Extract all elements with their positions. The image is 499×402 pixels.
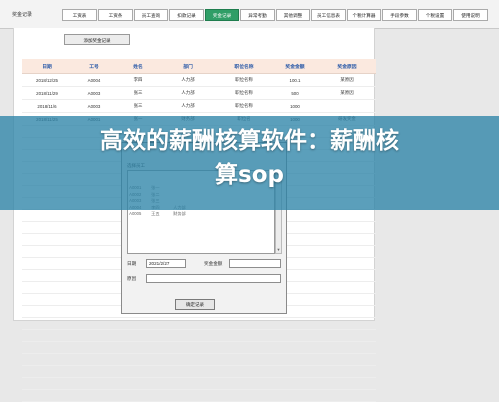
tab-abnormal-attendance[interactable]: 异常考勤 <box>240 9 275 21</box>
cell-position[interactable]: 职位名称 <box>216 86 272 100</box>
cell-bonus-amount[interactable]: 1000 <box>272 99 318 113</box>
cell-name[interactable]: 张三 <box>116 99 160 113</box>
bonus-amount-label: 奖金金额 <box>204 261 223 266</box>
cell-date[interactable]: 2018/11/6 <box>22 99 72 113</box>
header-name: 姓名 <box>116 59 160 74</box>
date-label: 日期 <box>127 261 137 266</box>
tab-tax-calculator[interactable]: 个税计算器 <box>347 9 381 21</box>
cell-name[interactable]: 李四 <box>116 73 160 87</box>
cell-date[interactable]: 2018/11/29 <box>22 86 72 100</box>
cell-position[interactable]: 职位名称 <box>216 73 272 87</box>
list-item[interactable]: A0005 王五 财务部 <box>128 211 274 218</box>
tab-salary-sheet[interactable]: 工资表 <box>62 9 97 21</box>
cell-department[interactable]: 人力部 <box>160 73 216 87</box>
cell-name[interactable]: 张三 <box>116 86 160 100</box>
confirm-record-button[interactable]: 确定记录 <box>175 299 215 310</box>
header-date: 日期 <box>22 59 72 74</box>
tab-parameters[interactable]: 手段参数 <box>382 9 417 21</box>
table-header-row: 日期 工号 姓名 部门 职位名称 奖金金额 奖金原因 <box>22 59 376 74</box>
tab-tax-settings[interactable]: 个税设置 <box>418 9 452 21</box>
banner-line-1: 高效的薪酬核算软件：薪酬核 <box>100 128 399 154</box>
tab-employee-info[interactable]: 员工信息表 <box>311 9 346 21</box>
table-row[interactable]: 2018/11/29 A0003 张三 人力部 职位名称 500 某原因 <box>22 86 376 100</box>
header-employee-id: 工号 <box>72 59 116 74</box>
header-position: 职位名称 <box>216 59 272 74</box>
table-row-empty[interactable] <box>22 365 376 378</box>
cell-employee-id[interactable]: A0003 <box>72 86 116 100</box>
cell-bonus-reason[interactable]: 某原因 <box>318 73 376 87</box>
app-title: 奖金记录 <box>12 12 33 18</box>
table-row[interactable]: 2018/11/6 A0003 张三 人力部 职位名称 1000 <box>22 99 376 113</box>
cell-department[interactable]: 人力部 <box>160 99 216 113</box>
banner-title: 高效的薪酬核算软件：薪酬核 算sop <box>30 124 469 192</box>
header-bonus-amount: 奖金金额 <box>272 59 318 74</box>
table-row-empty[interactable] <box>22 353 376 366</box>
scroll-down-arrow-icon[interactable]: ▼ <box>276 247 281 253</box>
table-row-empty[interactable] <box>22 341 376 354</box>
cell-employee-id[interactable]: A0004 <box>72 73 116 87</box>
tab-bonus-records[interactable]: 奖金记录 <box>205 9 239 21</box>
cell-position[interactable]: 职位名称 <box>216 99 272 113</box>
table-row[interactable]: 2018/12/25 A0004 李四 人力部 职位名称 100.1 某原因 <box>22 73 376 87</box>
top-toolbar: 奖金记录 工资表 工资条 员工查询 扣款记录 奖金记录 异常考勤 其他调整 员工… <box>0 0 499 29</box>
tab-other-adjustments[interactable]: 其他调整 <box>276 9 310 21</box>
cell-employee-id[interactable]: A0003 <box>72 99 116 113</box>
tab-employee-query[interactable]: 员工查询 <box>134 9 168 21</box>
tab-instructions[interactable]: 使用说明 <box>453 9 488 21</box>
add-bonus-record-button[interactable]: 添加奖金记录 <box>64 34 130 45</box>
date-field[interactable]: 2021/2/27 <box>146 259 186 268</box>
cell-department[interactable]: 人力部 <box>160 86 216 100</box>
cell-bonus-amount[interactable]: 500 <box>272 86 318 100</box>
header-department: 部门 <box>160 59 216 74</box>
reason-label: 原因 <box>127 276 137 281</box>
header-bonus-reason: 奖金原因 <box>318 59 376 74</box>
cell-date[interactable]: 2018/12/25 <box>22 73 72 87</box>
reason-field[interactable] <box>146 274 281 283</box>
tab-payslip[interactable]: 工资条 <box>98 9 133 21</box>
bonus-amount-field[interactable] <box>229 259 281 268</box>
table-row-empty[interactable] <box>22 377 376 390</box>
tab-deduction-records[interactable]: 扣款记录 <box>169 9 204 21</box>
table-row-empty[interactable] <box>22 329 376 342</box>
cell-bonus-reason[interactable] <box>318 99 376 113</box>
banner-line-2: 算sop <box>215 162 284 188</box>
table-row-empty[interactable] <box>22 317 376 330</box>
cell-bonus-amount[interactable]: 100.1 <box>272 73 318 87</box>
table-row-empty[interactable] <box>22 389 376 402</box>
cell-bonus-reason[interactable]: 某原因 <box>318 86 376 100</box>
